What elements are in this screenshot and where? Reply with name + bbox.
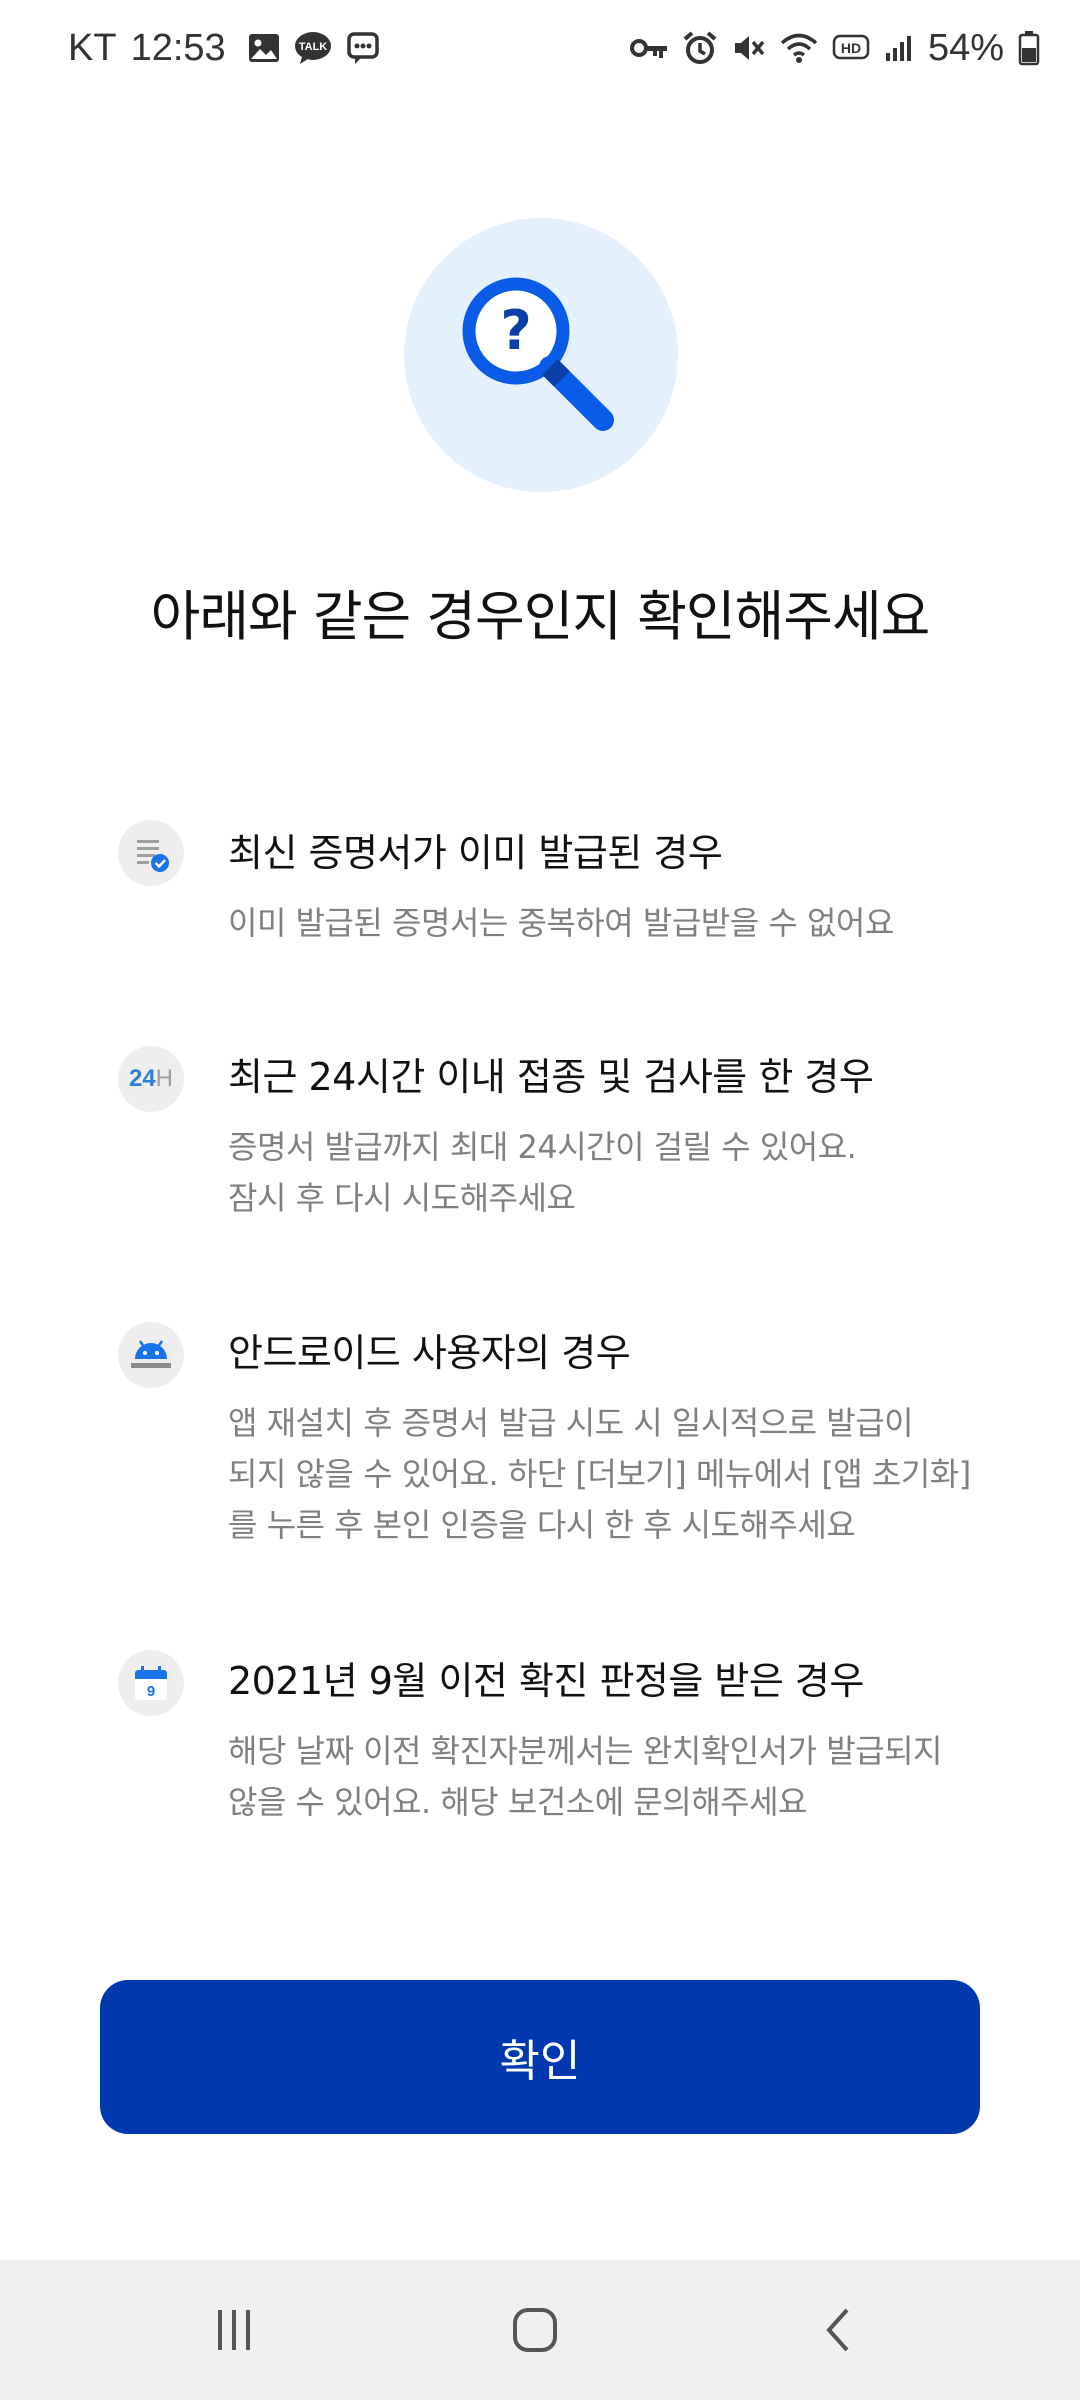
list-item-title: 최근 24시간 이내 접종 및 검사를 한 경우 <box>228 1055 874 1099</box>
navigation-bar <box>0 2260 1080 2400</box>
recent-apps-button[interactable] <box>154 2260 314 2400</box>
24h-icon-suffix: H <box>155 1065 174 1092</box>
calendar-icon-day: 9 <box>147 1683 155 1700</box>
confirm-button[interactable]: 확인 <box>100 1980 980 2134</box>
24h-icon-number: 24 <box>128 1065 156 1092</box>
battery-fill <box>1022 48 1036 62</box>
recent-apps-icon <box>218 2310 250 2350</box>
back-icon <box>826 2308 849 2352</box>
list-item-description: 해당 날짜 이전 확진자분께서는 완치확인서가 발급되지 않을 수 있어요. 해… <box>228 1732 942 1821</box>
back-button[interactable] <box>760 2260 920 2400</box>
status-bar-left: KT 12:53 TALK <box>68 27 380 70</box>
mute-icon <box>732 31 766 65</box>
page-title: 아래와 같은 경우인지 확인해주세요 <box>150 585 931 648</box>
alarm-icon <box>682 30 718 66</box>
status-bar: KT 12:53 TALK HD 54% <box>0 0 1080 96</box>
screen: KT 12:53 TALK HD 54% ? 아래와 같은 경우인지 확인해주세… <box>0 0 1080 2400</box>
confirm-button-label: 확인 <box>499 2037 581 2086</box>
status-bar-right: HD 54% <box>629 26 1040 70</box>
message-icon <box>346 31 380 65</box>
calendar-icon: 9 <box>118 1650 184 1716</box>
hero-circle: ? <box>404 218 678 492</box>
signal-icon <box>884 33 914 63</box>
list-item-title: 2021년 9월 이전 확진 판정을 받은 경우 <box>228 1659 864 1703</box>
talk-icon: TALK <box>294 31 332 65</box>
time-label: 12:53 <box>130 26 226 69</box>
home-icon <box>513 2308 557 2352</box>
list-item-description: 이미 발급된 증명서는 중복하여 발급받을 수 없어요 <box>228 904 894 942</box>
search-question-icon: ? <box>462 277 614 431</box>
talk-icon-text: TALK <box>298 41 327 53</box>
list-item-title: 안드로이드 사용자의 경우 <box>228 1331 631 1375</box>
carrier-label: KT <box>68 26 117 69</box>
wifi-icon <box>780 32 818 64</box>
key-icon <box>629 36 668 60</box>
battery-icon <box>1018 30 1040 66</box>
android-icon <box>118 1322 184 1388</box>
list-item-description: 앱 재설치 후 증명서 발급 시도 시 일시적으로 발급이 되지 않을 수 있어… <box>228 1404 971 1544</box>
list-item-description: 증명서 발급까지 최대 24시간이 걸릴 수 있어요. 잠시 후 다시 시도해주… <box>228 1128 857 1217</box>
image-icon <box>248 33 280 63</box>
document-check-icon <box>118 820 184 886</box>
list-item-title: 최신 증명서가 이미 발급된 경우 <box>228 831 723 875</box>
hd-icon: HD <box>832 33 870 63</box>
24h-icon: 24H <box>118 1046 184 1112</box>
battery-percent-label: 54% <box>927 26 1004 69</box>
svg-text:?: ? <box>500 299 531 362</box>
hd-icon-text: HD <box>841 40 861 56</box>
home-button[interactable] <box>455 2260 615 2400</box>
